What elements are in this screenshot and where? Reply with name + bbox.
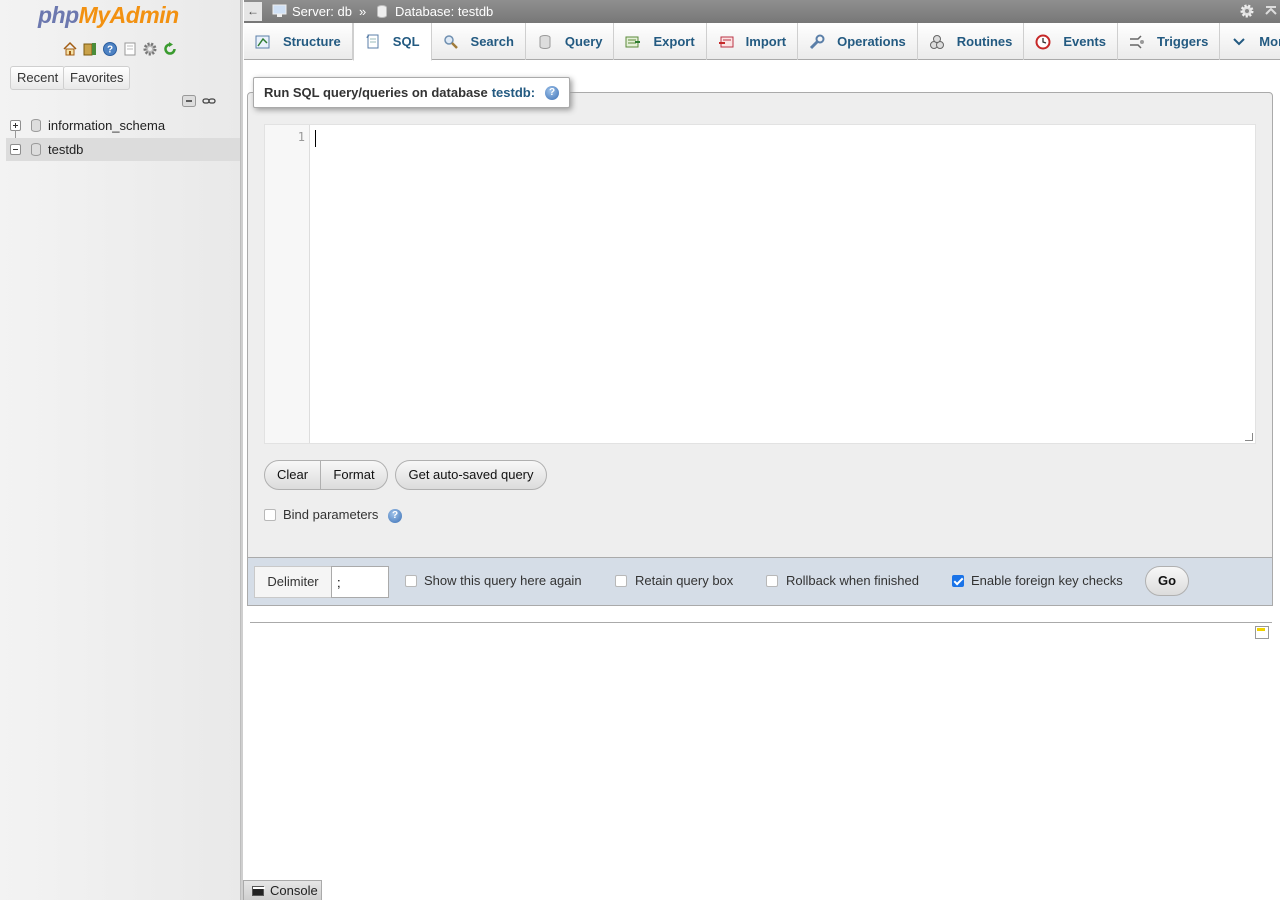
foreign-key-checks-checkbox[interactable] — [952, 575, 964, 587]
divider — [250, 622, 1272, 623]
breadcrumb-separator: » — [359, 4, 367, 19]
retain-query-box-checkbox[interactable] — [615, 575, 627, 587]
tree-item-testdb[interactable]: testdb — [6, 138, 240, 161]
database-icon — [31, 143, 41, 156]
foreign-key-checks-label[interactable]: Enable foreign key checks — [971, 573, 1123, 588]
sql-query-legend: Run SQL query/queries on database testdb… — [253, 77, 571, 108]
collapse-all-icon[interactable] — [182, 95, 196, 107]
tab-label: Operations — [837, 34, 906, 49]
get-auto-saved-query-button[interactable]: Get auto-saved query — [395, 460, 547, 490]
show-query-checkbox[interactable] — [405, 575, 417, 587]
delimiter-label: Delimiter — [254, 566, 332, 598]
tab-triggers[interactable]: Triggers — [1118, 23, 1221, 60]
console-toggle[interactable]: Console — [243, 880, 322, 900]
tree-item-label[interactable]: information_schema — [48, 114, 165, 137]
database-icon — [31, 119, 41, 132]
events-icon — [1035, 34, 1051, 49]
import-icon — [718, 36, 734, 47]
link-with-main-icon[interactable] — [202, 95, 216, 107]
collapse-icon[interactable] — [10, 144, 21, 155]
tab-label: Events — [1063, 34, 1106, 49]
legend-database-link[interactable]: testdb: — [492, 78, 535, 107]
tab-more[interactable]: More — [1220, 23, 1280, 60]
server-icon — [272, 4, 287, 17]
tab-label: Structure — [283, 34, 341, 49]
operations-icon — [810, 34, 825, 49]
rollback-checkbox[interactable] — [766, 575, 778, 587]
console-icon — [252, 886, 265, 896]
help-icon[interactable]: ? — [388, 509, 402, 523]
tab-label: SQL — [392, 34, 420, 49]
go-button[interactable]: Go — [1145, 566, 1189, 596]
tab-label: Export — [653, 34, 695, 49]
tab-routines[interactable]: Routines — [918, 23, 1025, 60]
navigation-resizer[interactable] — [240, 0, 243, 900]
settings-icon[interactable] — [142, 41, 158, 57]
bookmark-note-icon[interactable] — [1255, 626, 1269, 639]
phpmyadmin-logo[interactable]: phpMyAdmin — [38, 2, 179, 29]
retain-query-box-label[interactable]: Retain query box — [635, 573, 733, 588]
tab-export[interactable]: Export — [614, 23, 707, 60]
export-icon — [625, 36, 641, 47]
query-icon — [539, 34, 551, 49]
tab-operations[interactable]: Operations — [798, 23, 918, 60]
tree-item-information-schema[interactable]: information_schema — [6, 114, 240, 137]
breadcrumb-bar: ← Server: db » Database: testdb — [244, 0, 1280, 23]
delimiter-input[interactable] — [331, 566, 389, 598]
svg-text:?: ? — [107, 45, 113, 56]
collapse-nav-button[interactable]: ← — [244, 2, 262, 21]
page-settings-icon[interactable] — [1239, 3, 1255, 19]
chevron-down-icon — [1233, 37, 1246, 45]
tab-import[interactable]: Import — [707, 23, 799, 60]
structure-icon — [255, 35, 270, 48]
tab-label: Import — [745, 34, 787, 49]
tree-item-label[interactable]: testdb — [48, 138, 83, 161]
database-icon — [377, 5, 387, 18]
clear-button[interactable]: Clear — [264, 460, 321, 490]
bind-parameters-label[interactable]: Bind parameters — [283, 507, 378, 522]
tab-sql[interactable]: SQL — [352, 23, 432, 61]
logout-icon[interactable] — [82, 41, 98, 57]
legend-text: Run SQL query/queries on database — [264, 85, 488, 100]
tab-structure[interactable]: Structure — [244, 23, 353, 60]
logo-php-text: php — [38, 2, 79, 28]
breadcrumb-server[interactable]: Server: db — [292, 4, 352, 19]
tab-query[interactable]: Query — [526, 23, 615, 60]
tab-label: Routines — [956, 34, 1013, 49]
collapse-top-icon[interactable] — [1263, 3, 1279, 19]
line-number: 1 — [297, 130, 305, 144]
main-tabs: Structure SQL Search Query Export Import… — [244, 23, 1280, 61]
format-button[interactable]: Format — [320, 460, 388, 490]
nav-icon-bar: ? — [62, 41, 178, 57]
resize-handle[interactable] — [1245, 433, 1253, 441]
show-query-label[interactable]: Show this query here again — [424, 573, 582, 588]
tab-label: Search — [470, 34, 514, 49]
search-icon — [443, 34, 458, 49]
recent-button[interactable]: Recent — [10, 66, 66, 90]
console-label: Console — [270, 883, 318, 898]
logo-myadmin-text: MyAdmin — [78, 2, 180, 28]
favorites-button[interactable]: Favorites — [63, 66, 131, 90]
sql-editor[interactable]: 1 — [264, 124, 1256, 444]
sql-icon — [366, 34, 379, 48]
navigation-panel: phpMyAdmin ? Recent Favorites informatio… — [0, 0, 240, 900]
help-icon[interactable]: ? — [545, 85, 560, 100]
triggers-icon — [1130, 34, 1144, 49]
line-number-gutter: 1 — [265, 125, 310, 443]
tab-label: Query — [564, 34, 603, 49]
docs-icon[interactable] — [122, 41, 138, 57]
bind-parameters-checkbox[interactable] — [264, 509, 276, 521]
home-icon[interactable] — [62, 41, 78, 57]
help-icon[interactable]: ? — [102, 41, 118, 57]
text-cursor — [315, 130, 316, 147]
tab-label: More — [1259, 34, 1280, 49]
tab-search[interactable]: Search — [432, 23, 526, 60]
rollback-label[interactable]: Rollback when finished — [786, 573, 919, 588]
breadcrumb-database[interactable]: Database: testdb — [395, 4, 493, 19]
tab-label: Triggers — [1157, 34, 1209, 49]
tab-events[interactable]: Events — [1024, 23, 1118, 60]
routines-icon — [929, 34, 944, 49]
reload-icon[interactable] — [162, 41, 178, 57]
